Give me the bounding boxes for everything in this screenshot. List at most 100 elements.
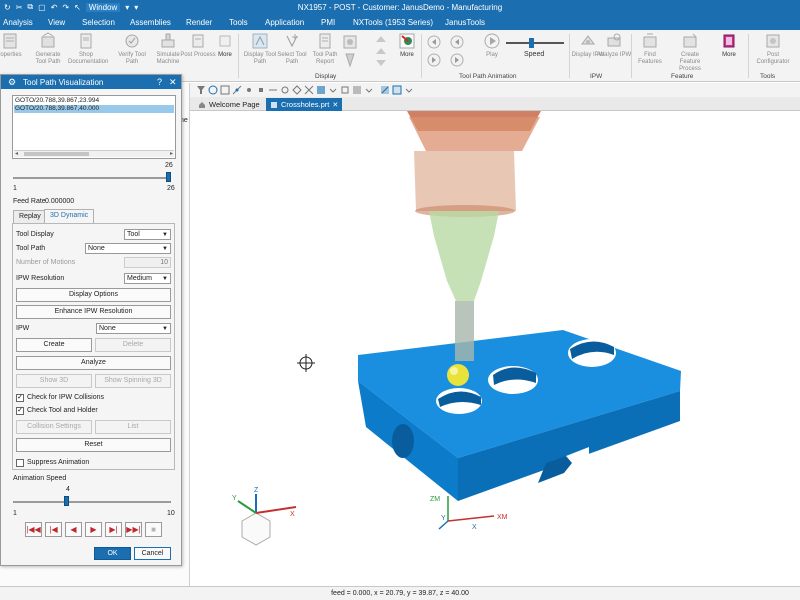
mid-point-icon[interactable] [268, 85, 278, 95]
verify-tool-path-button[interactable]: Verify Tool Path [114, 32, 150, 66]
graphics-window[interactable]: XM ZM X Y Z X Y [194, 111, 800, 586]
post-configurator-button[interactable]: Post Configurator [752, 32, 794, 66]
show-3d-button[interactable]: Show 3D [16, 374, 92, 388]
tab-welcome-page[interactable]: Welcome Page [194, 98, 264, 111]
arrow-stack-icon[interactable] [374, 34, 388, 70]
tab-replay[interactable]: Replay [13, 210, 47, 224]
scrollbar-thumb[interactable] [24, 152, 89, 156]
dialog-title-bar[interactable]: ⚙ Tool Path Visualization ? ✕ [1, 75, 181, 89]
analyze-ipw-button[interactable]: Analyze IPW [596, 32, 632, 59]
menu-view[interactable]: View [48, 18, 65, 27]
play-reverse-button[interactable]: ◀ [65, 522, 82, 537]
display-options-button[interactable]: Display Options [16, 288, 171, 302]
step-back-button[interactable]: |◀ [45, 522, 62, 537]
ipw-select[interactable]: None ▼ [96, 323, 171, 334]
properties-button[interactable]: roperties [0, 32, 28, 59]
menu-nxtools[interactable]: NXTools (1953 Series) [353, 18, 433, 27]
layer-icon[interactable] [392, 85, 402, 95]
mcs-x-label: X [472, 524, 477, 531]
play-forward-icon: ▶ [90, 525, 97, 534]
play-button[interactable]: Play [474, 32, 510, 59]
check-tool-holder-checkbox[interactable]: ✓ [16, 407, 24, 415]
collision-settings-button[interactable]: Collision Settings [16, 420, 92, 434]
orient-view-icon[interactable] [340, 85, 350, 95]
select-square-icon[interactable] [220, 85, 230, 95]
tool-path-report-button[interactable]: Tool Path Report [307, 32, 343, 66]
create-button[interactable]: Create [16, 338, 92, 352]
stop-button[interactable]: ■ [145, 522, 162, 537]
snap-icon[interactable] [232, 85, 242, 95]
enhance-ipw-resolution-button[interactable]: Enhance IPW Resolution [16, 305, 171, 319]
ipw-resolution-select[interactable]: Medium ▼ [124, 273, 171, 284]
more-view-icon[interactable] [404, 85, 414, 95]
play-forward-button[interactable]: ▶ [85, 522, 102, 537]
filter-icon[interactable] [196, 85, 206, 95]
speed-slider-track[interactable] [506, 42, 564, 44]
list-item-selected[interactable]: GOTO/20.788,39.867,40.000 [14, 105, 174, 113]
shop-documentation-button[interactable]: Shop Documentation [68, 32, 108, 66]
generate-tool-path-button[interactable]: Generate Tool Path [30, 32, 66, 66]
create-feature-process-button[interactable]: Create Feature Process [670, 32, 710, 73]
display-tool-path-button[interactable]: Display Tool Path [242, 32, 278, 66]
view-options-icon[interactable] [328, 85, 338, 95]
list-button[interactable]: List [95, 420, 171, 434]
quadrant-icon[interactable] [292, 85, 302, 95]
display-options-icons[interactable] [342, 34, 358, 70]
scroll-right-icon[interactable]: ▸ [170, 150, 173, 157]
menu-tools[interactable]: Tools [229, 18, 248, 27]
close-icon[interactable]: ✕ [169, 77, 177, 88]
menu-selection[interactable]: Selection [82, 18, 115, 27]
menu-pmi[interactable]: PMI [321, 18, 335, 27]
ipw-value: None [99, 325, 116, 332]
speed-slider-thumb[interactable] [529, 38, 534, 48]
center-icon[interactable] [280, 85, 290, 95]
animation-speed-thumb[interactable] [63, 496, 69, 506]
view-shaded-icon[interactable] [316, 85, 326, 95]
wcs-icon[interactable] [380, 85, 390, 95]
close-tab-icon[interactable]: ✕ [332, 101, 338, 109]
render-style-icon[interactable] [352, 85, 362, 95]
part-file-icon [271, 101, 277, 108]
tool-display-select[interactable]: Tool ▼ [124, 229, 171, 240]
menu-analysis[interactable]: Analysis [3, 18, 33, 27]
tab-crossholes[interactable]: Crossholes.prt ✕ [266, 98, 343, 111]
intersection-icon[interactable] [304, 85, 314, 95]
view-triad-cube[interactable] [241, 512, 271, 546]
show-spinning-3d-button[interactable]: Show Spinning 3D [95, 374, 171, 388]
suppress-animation-checkbox[interactable] [16, 459, 24, 467]
horizontal-scrollbar[interactable]: ◂ ▸ [14, 150, 174, 157]
cancel-button[interactable]: Cancel [134, 547, 171, 560]
reset-button[interactable]: Reset [16, 438, 171, 452]
menu-janustools[interactable]: JanusTools [445, 18, 485, 27]
menu-render[interactable]: Render [186, 18, 212, 27]
rewind-to-start-button[interactable]: |◀◀ [25, 522, 42, 537]
tab-3d-dynamic[interactable]: 3D Dynamic [44, 209, 95, 224]
delete-button[interactable]: Delete [95, 338, 171, 352]
ok-button[interactable]: OK [94, 547, 131, 560]
find-features-button[interactable]: Find Features [632, 32, 668, 66]
fast-forward-button[interactable]: ▶▶| [125, 522, 142, 537]
gear-icon[interactable]: ⚙ [8, 77, 16, 88]
animation-speed-track[interactable] [13, 501, 171, 503]
select-tool-path-button[interactable]: Select Tool Path [274, 32, 310, 66]
check-ipw-collisions-checkbox[interactable]: ✓ [16, 394, 24, 402]
end-point-icon[interactable] [256, 85, 266, 95]
motion-slider-thumb[interactable] [166, 172, 171, 182]
tool-path-select[interactable]: None ▼ [85, 243, 171, 254]
menu-assemblies[interactable]: Assemblies [130, 18, 171, 27]
motion-slider-track[interactable] [13, 177, 171, 179]
view-dropdown-icon[interactable] [364, 85, 374, 95]
step-forward-button[interactable]: ▶| [105, 522, 122, 537]
point-icon[interactable] [244, 85, 254, 95]
list-item[interactable]: GOTO/20.788,39.867,23.994 [14, 97, 174, 105]
analyze-ipw-icon [607, 33, 621, 47]
motion-list[interactable]: GOTO/20.788,39.867,23.994 GOTO/20.788,39… [12, 95, 176, 159]
help-icon[interactable]: ? [157, 77, 162, 87]
more-button-3[interactable]: More [711, 32, 747, 59]
play-label: Play [486, 52, 498, 58]
scroll-left-icon[interactable]: ◂ [15, 150, 18, 157]
analyze-button[interactable]: Analyze [16, 356, 171, 370]
more-button-2[interactable]: More [389, 32, 425, 59]
select-circle-icon[interactable] [208, 85, 218, 95]
menu-application[interactable]: Application [265, 18, 304, 27]
